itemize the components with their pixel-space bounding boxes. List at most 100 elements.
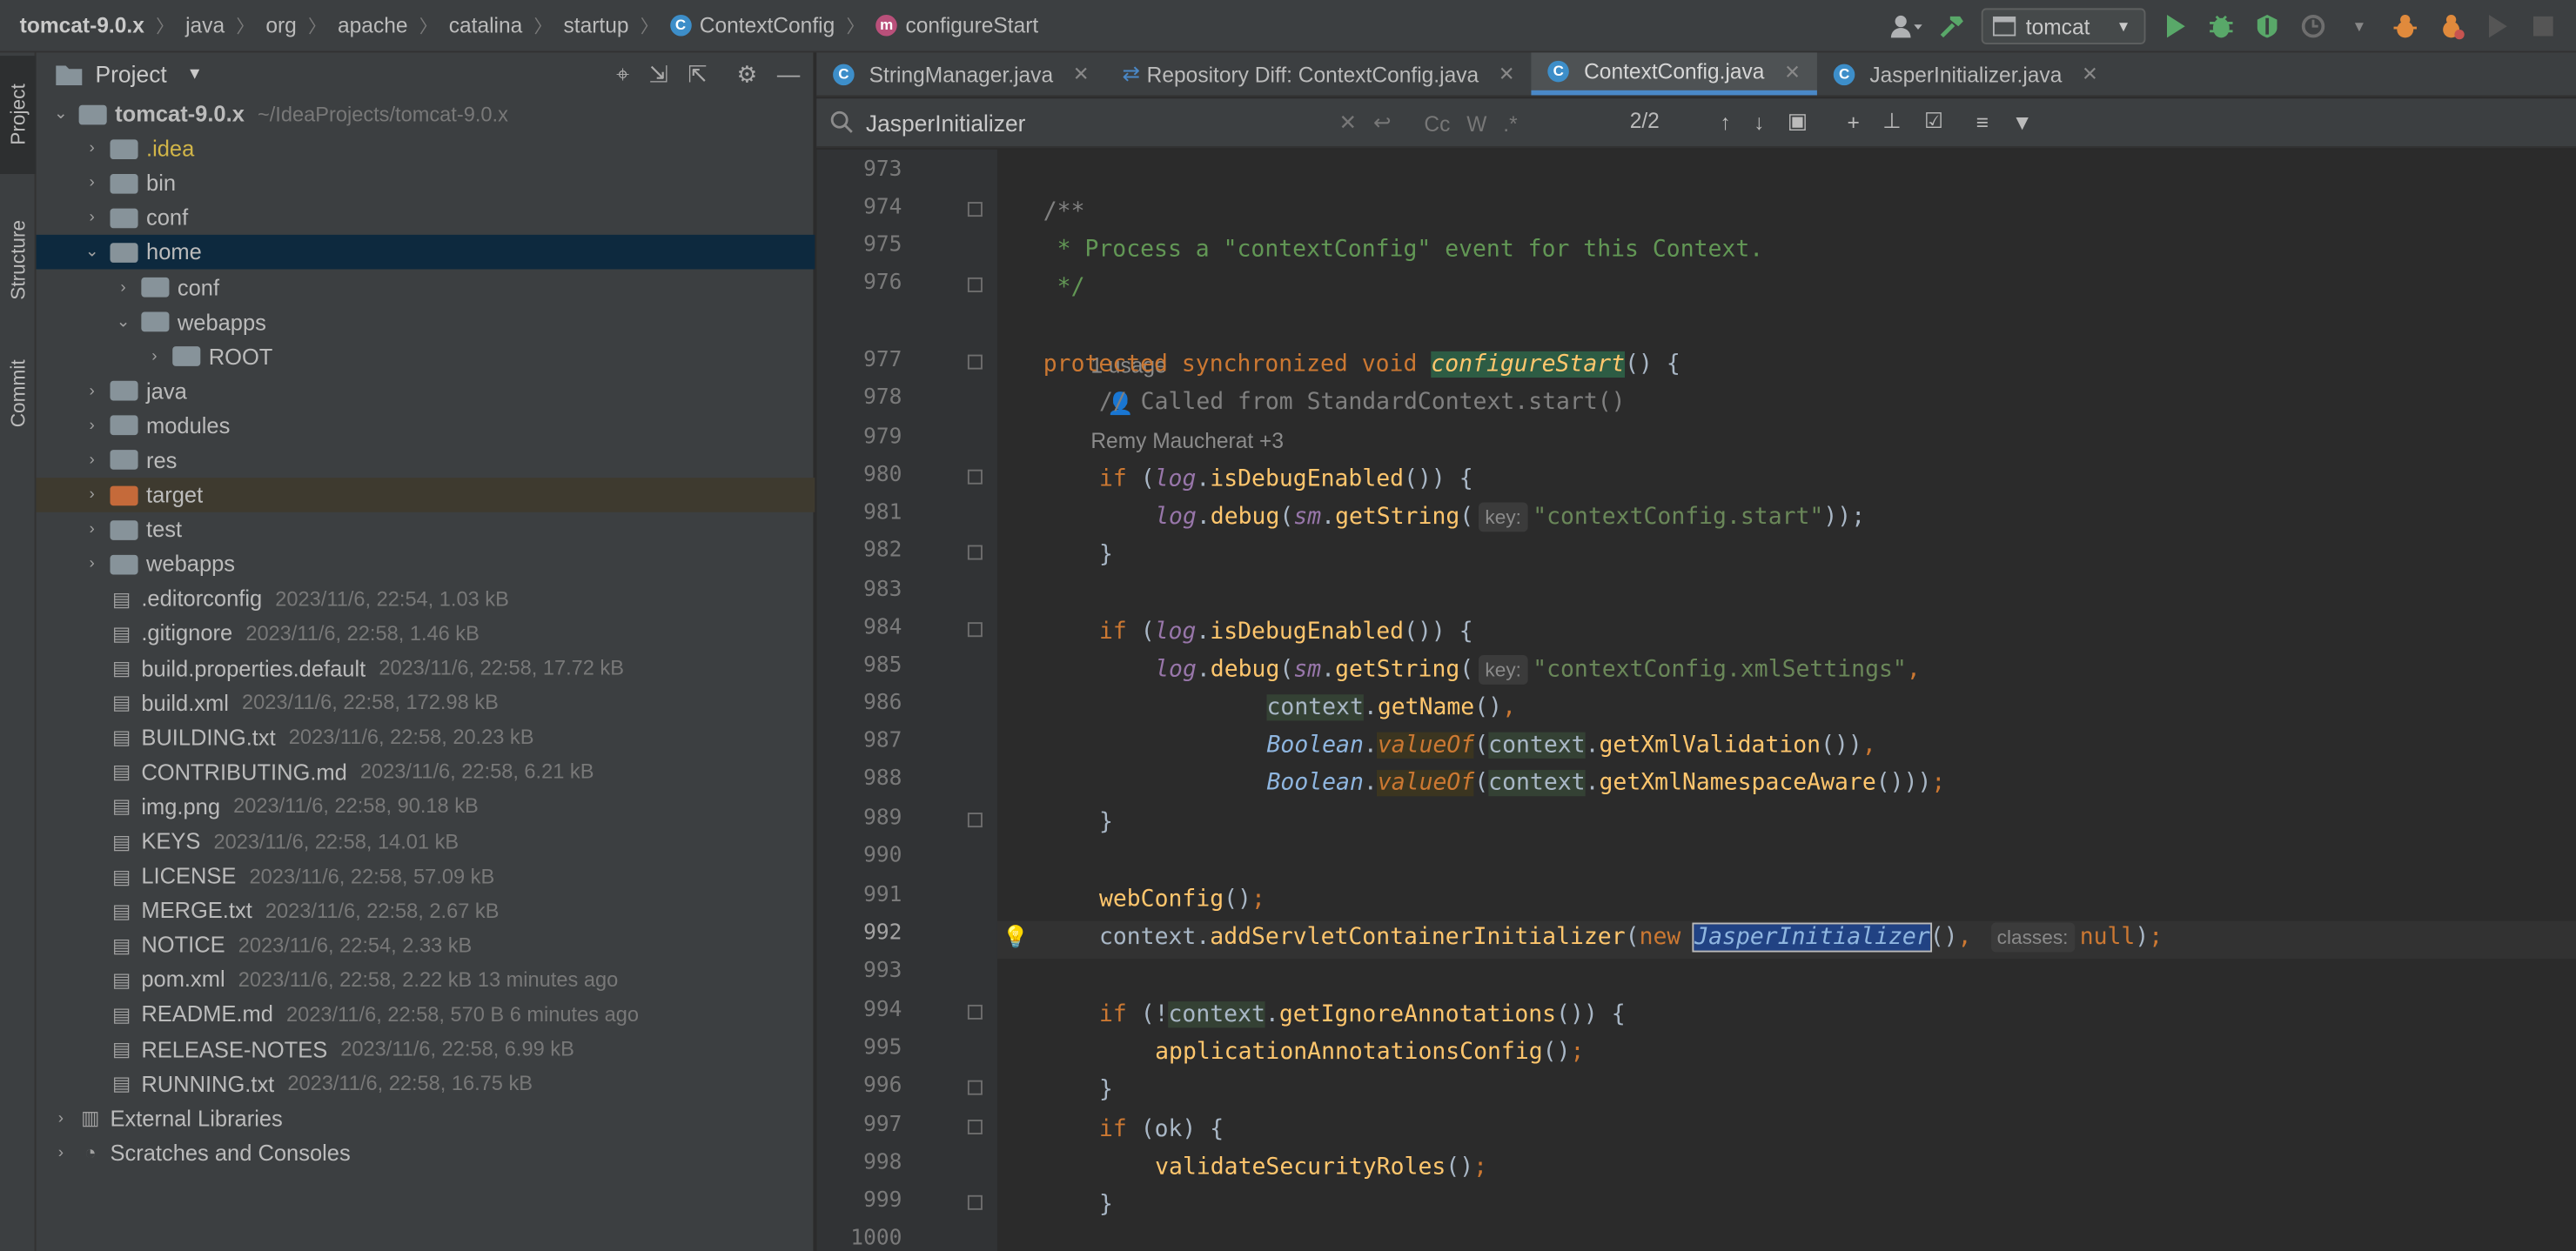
editor-tab[interactable]: C StringManager.java ✕ bbox=[816, 52, 1105, 95]
gear-icon[interactable]: ⚙ bbox=[737, 60, 758, 88]
words-icon[interactable]: W bbox=[1466, 110, 1486, 135]
next-occurrence-icon[interactable]: ↓ bbox=[1754, 109, 1764, 133]
run-icon[interactable] bbox=[2159, 10, 2192, 43]
fold-open-icon[interactable] bbox=[967, 202, 983, 217]
chevron-right-icon[interactable]: › bbox=[143, 348, 165, 366]
tree-item[interactable]: ▤ RELEASE-NOTES 2023/11/6, 22:58, 6.99 kB bbox=[37, 1032, 815, 1067]
close-icon[interactable]: ✕ bbox=[1073, 63, 1090, 85]
fold-open-icon[interactable] bbox=[967, 1120, 983, 1134]
breadcrumb-item[interactable]: startup 〉 bbox=[564, 12, 670, 38]
tree-item[interactable]: › bin bbox=[37, 166, 815, 201]
project-panel-title[interactable]: Project bbox=[95, 61, 166, 87]
tree-item[interactable]: ▤ RUNNING.txt 2023/11/6, 22:58, 16.75 kB bbox=[37, 1067, 815, 1101]
tree-item[interactable]: ▤ build.xml 2023/11/6, 22:58, 172.98 kB bbox=[37, 686, 815, 720]
chevron-right-icon[interactable]: › bbox=[81, 140, 104, 158]
chevron-right-icon[interactable]: › bbox=[111, 278, 134, 297]
tree-item[interactable]: › conf bbox=[37, 201, 815, 236]
tree-item[interactable]: › ROOT bbox=[37, 339, 815, 374]
tree-item[interactable]: › ◔ Scratches and Consoles bbox=[37, 1136, 815, 1171]
tree-item[interactable]: › java bbox=[37, 374, 815, 409]
chevron-right-icon[interactable]: › bbox=[81, 417, 104, 435]
author-lens[interactable]: Remy Maucherat +3 bbox=[1090, 429, 1284, 453]
tree-item[interactable]: ▤ .gitignore 2023/11/6, 22:58, 1.46 kB bbox=[37, 616, 815, 651]
fold-open-icon[interactable] bbox=[967, 622, 983, 638]
side-tab-structure[interactable]: Structure bbox=[0, 191, 37, 329]
profiler-icon[interactable] bbox=[2297, 10, 2330, 43]
search-input[interactable]: JasperInitializer bbox=[866, 109, 1026, 135]
chevron-right-icon[interactable]: › bbox=[81, 382, 104, 400]
select-all-occurrences-icon[interactable]: ▣ bbox=[1788, 109, 1808, 135]
editor-tab[interactable]: C JasperInitializer.java ✕ bbox=[1817, 52, 2115, 95]
build-hammer-icon[interactable] bbox=[1935, 10, 1969, 43]
fold-close-icon[interactable] bbox=[967, 813, 983, 828]
breadcrumb-item[interactable]: catalina 〉 bbox=[449, 12, 564, 38]
chevron-down-icon[interactable]: ▼ bbox=[186, 65, 203, 84]
close-icon[interactable]: ✕ bbox=[2082, 63, 2098, 85]
tree-item[interactable]: ▤ KEYS 2023/11/6, 22:58, 14.01 kB bbox=[37, 824, 815, 859]
chevron-down-icon[interactable]: ⌄ bbox=[111, 313, 134, 331]
tree-item[interactable]: ▤ .editorconfig 2023/11/6, 22:54, 1.03 kB bbox=[37, 582, 815, 617]
fold-open-icon[interactable] bbox=[967, 469, 983, 485]
editor-tab[interactable]: ⇄ Repository Diff: ContextConfig.java ✕ bbox=[1106, 52, 1532, 95]
chevron-right-icon[interactable]: › bbox=[81, 486, 104, 505]
add-selection-icon[interactable]: + bbox=[1847, 109, 1859, 133]
chevron-right-icon[interactable]: › bbox=[50, 1109, 72, 1127]
chevron-right-icon[interactable]: › bbox=[81, 174, 104, 192]
chevron-down-icon[interactable]: ⌄ bbox=[50, 105, 72, 124]
tree-item[interactable]: ▤ CONTRIBUTING.md 2023/11/6, 22:58, 6.21 k… bbox=[37, 755, 815, 790]
tree-item[interactable]: ▤ pom.xml 2023/11/6, 22:58, 2.22 kB 13 min… bbox=[37, 962, 815, 997]
editor-tab-active[interactable]: C ContextConfig.java ✕ bbox=[1531, 52, 1817, 96]
coverage-icon[interactable] bbox=[2251, 10, 2284, 43]
tree-item[interactable]: › target bbox=[36, 478, 815, 513]
hide-icon[interactable]: — bbox=[777, 61, 800, 87]
user-icon[interactable] bbox=[1889, 10, 1922, 43]
locate-icon[interactable]: ⌖ bbox=[616, 60, 629, 88]
chevron-down-icon[interactable]: ▼ bbox=[2343, 10, 2376, 43]
breadcrumb-item[interactable]: tomcat-9.0.x 〉 bbox=[20, 12, 185, 38]
breadcrumb-item[interactable]: org 〉 bbox=[265, 12, 338, 38]
tree-item[interactable]: › webapps bbox=[37, 547, 815, 582]
tree-item[interactable]: ⌄ webapps bbox=[37, 304, 815, 339]
close-icon[interactable]: ✕ bbox=[1499, 63, 1515, 85]
chevron-right-icon[interactable]: › bbox=[81, 555, 104, 573]
code-lens[interactable]: 1 usage 👤 Remy Maucherat +3 bbox=[1043, 309, 1284, 453]
soft-wrap-icon[interactable]: ≡ bbox=[1976, 109, 1989, 133]
remove-selection-icon[interactable]: ⊥ bbox=[1882, 109, 1901, 135]
chevron-down-icon[interactable]: ⌄ bbox=[81, 244, 104, 262]
fold-close-icon[interactable] bbox=[967, 1194, 983, 1210]
breadcrumb-item[interactable]: m configureStart bbox=[875, 13, 1038, 37]
fold-open-icon[interactable] bbox=[967, 1004, 983, 1020]
chevron-right-icon[interactable]: › bbox=[81, 521, 104, 539]
code-editor[interactable]: 973 974 975 976 977 978 979 980 981 982 983 984 985 9… bbox=[816, 149, 2576, 1251]
run-configuration-select[interactable]: tomcat ▼ bbox=[1981, 8, 2146, 44]
tree-item[interactable]: › conf bbox=[37, 270, 815, 304]
fold-open-icon[interactable] bbox=[967, 354, 983, 370]
tree-item[interactable]: › modules bbox=[37, 409, 815, 444]
fold-close-icon[interactable] bbox=[967, 277, 983, 292]
collapse-all-icon[interactable]: ⇱ bbox=[688, 60, 707, 88]
tree-item[interactable]: › ▥ External Libraries bbox=[37, 1101, 815, 1136]
fold-close-icon[interactable] bbox=[967, 545, 983, 560]
side-tab-project[interactable]: Project bbox=[0, 56, 37, 175]
intention-bulb-icon[interactable]: 💡 bbox=[1003, 924, 1030, 950]
resume-icon[interactable] bbox=[2481, 10, 2514, 43]
breadcrumb-item[interactable]: java 〉 bbox=[185, 12, 265, 38]
stop-icon[interactable] bbox=[2526, 10, 2559, 43]
debug-settings-icon[interactable] bbox=[2435, 10, 2468, 43]
chevron-right-icon[interactable]: › bbox=[50, 1144, 72, 1162]
tree-item[interactable]: ▤ LICENSE 2023/11/6, 22:58, 57.09 kB bbox=[37, 859, 815, 893]
chevron-right-icon[interactable]: › bbox=[81, 209, 104, 227]
close-icon[interactable]: ✕ bbox=[1784, 60, 1801, 83]
tree-item[interactable]: › test bbox=[37, 512, 815, 547]
tree-item[interactable]: ▤ BUILDING.txt 2023/11/6, 22:58, 20.23 kB bbox=[37, 720, 815, 755]
tree-item[interactable]: ⌄ home bbox=[36, 235, 815, 271]
filter-icon[interactable]: ▼ bbox=[2012, 109, 2033, 133]
breadcrumb-item[interactable]: C ContextConfig 〉 bbox=[669, 12, 876, 38]
tree-item[interactable]: ▤ MERGE.txt 2023/11/6, 22:58, 2.67 kB bbox=[37, 893, 815, 928]
breadcrumb-item[interactable]: apache 〉 bbox=[338, 12, 449, 38]
tree-item[interactable]: ▤ README.md 2023/11/6, 22:58, 570 B 6 minu… bbox=[37, 997, 815, 1032]
tree-item[interactable]: ⌄ tomcat-9.0.x ~/IdeaProjects/tomcat-9.0.x bbox=[37, 97, 815, 131]
side-tab-commit[interactable]: Commit bbox=[0, 342, 37, 447]
tree-item[interactable]: ▤ NOTICE 2023/11/6, 22:54, 2.33 kB bbox=[37, 928, 815, 963]
chevron-right-icon[interactable]: › bbox=[81, 452, 104, 470]
